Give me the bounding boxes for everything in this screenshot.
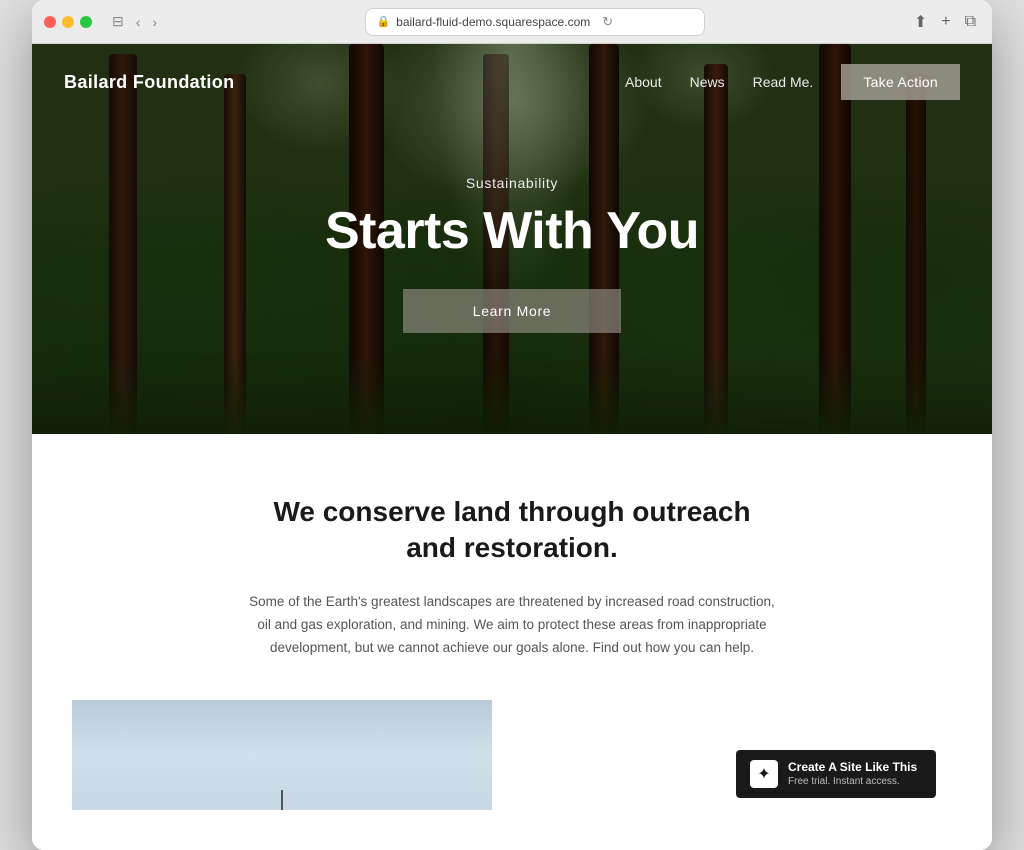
reload-button[interactable]: ↻ [602,14,613,30]
navbar: Bailard Foundation About News Read Me. T… [32,44,992,120]
hero-section: Bailard Foundation About News Read Me. T… [32,44,992,434]
learn-more-button[interactable]: Learn More [403,289,622,333]
site-logo[interactable]: Bailard Foundation [64,72,234,93]
bottom-section: ✦ Create A Site Like This Free trial. In… [72,700,952,810]
squarespace-logo: ✦ [750,760,778,788]
address-bar[interactable]: 🔒 bailard-fluid-demo.squarespace.com ↻ [365,8,705,36]
nav-news[interactable]: News [690,74,725,90]
main-heading: We conserve land through outreach and re… [272,494,752,567]
browser-window: ⊟ ‹ › 🔒 bailard-fluid-demo.squarespace.c… [32,0,992,850]
squarespace-text: Create A Site Like This Free trial. Inst… [788,760,922,788]
hero-subtitle: Sustainability [466,175,558,191]
url-text: bailard-fluid-demo.squarespace.com [396,15,590,29]
partial-image [72,700,492,810]
address-bar-container: 🔒 bailard-fluid-demo.squarespace.com ↻ [169,8,902,36]
close-button[interactable] [44,16,56,28]
browser-titlebar: ⊟ ‹ › 🔒 bailard-fluid-demo.squarespace.c… [32,0,992,44]
image-figure [281,790,283,810]
nav-links: About News Read Me. Take Action [625,64,960,100]
traffic-lights [44,16,92,28]
squarespace-logo-icon: ✦ [757,764,770,784]
website-content: Bailard Foundation About News Read Me. T… [32,44,992,850]
forward-button[interactable]: › [148,12,161,32]
maximize-button[interactable] [80,16,92,28]
squarespace-badge[interactable]: ✦ Create A Site Like This Free trial. In… [736,750,936,798]
take-action-button[interactable]: Take Action [841,64,960,100]
lock-icon: 🔒 [376,15,390,28]
squarespace-title: Create A Site Like This [788,760,922,776]
share-button[interactable]: ⬆ [910,10,931,34]
squarespace-subtitle: Free trial. Instant access. [788,776,922,787]
browser-nav-controls: ⊟ ‹ › [108,11,161,32]
sidebar-toggle[interactable]: ⊟ [108,11,128,32]
back-button[interactable]: ‹ [132,12,145,32]
minimize-button[interactable] [62,16,74,28]
main-body-text: Some of the Earth's greatest landscapes … [242,591,782,660]
main-content: We conserve land through outreach and re… [32,434,992,850]
nav-about[interactable]: About [625,74,662,90]
hero-title: Starts With You [325,203,699,260]
new-tab-button[interactable]: + [937,11,954,33]
browser-action-buttons: ⬆ + ⧉ [910,10,980,34]
tab-overview-button[interactable]: ⧉ [961,11,980,33]
nav-readme[interactable]: Read Me. [753,74,814,90]
